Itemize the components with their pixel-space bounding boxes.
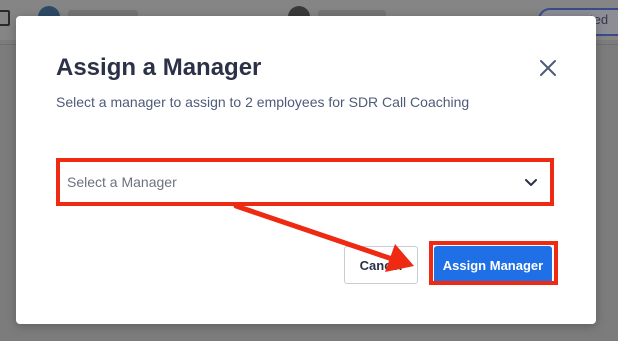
close-button[interactable] xyxy=(536,56,560,80)
manager-select[interactable]: Select a Manager xyxy=(58,160,552,204)
dialog-description: Select a manager to assign to 2 employee… xyxy=(56,94,470,110)
background-checkbox xyxy=(0,10,10,26)
manager-select-placeholder: Select a Manager xyxy=(67,174,177,190)
assign-manager-button[interactable]: Assign Manager xyxy=(434,246,552,284)
chevron-down-icon xyxy=(525,179,537,186)
assign-manager-dialog: Assign a Manager Select a manager to ass… xyxy=(16,16,596,324)
dialog-title: Assign a Manager xyxy=(56,54,262,81)
cancel-button[interactable]: Cancel xyxy=(344,246,418,284)
close-icon xyxy=(540,60,556,76)
